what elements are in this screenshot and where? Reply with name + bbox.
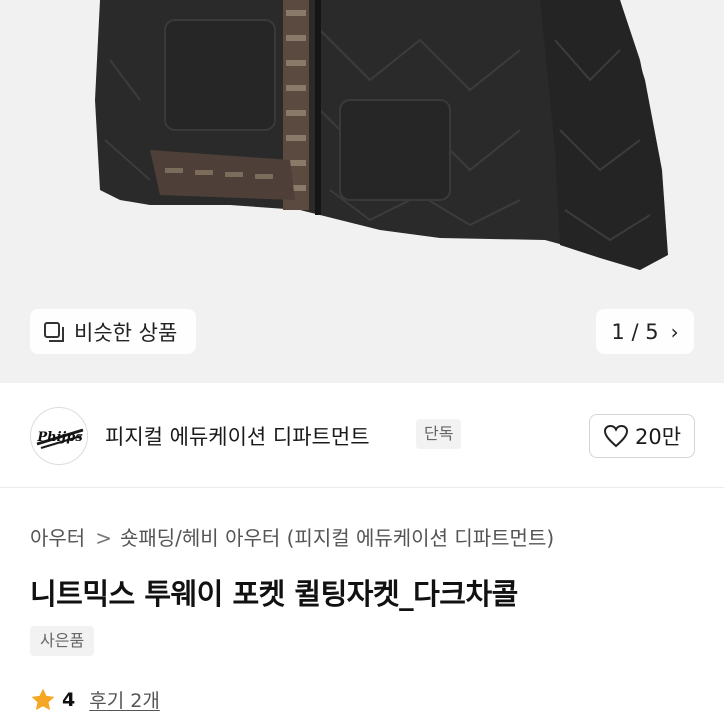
rating-summary: 4 후기 2개	[30, 686, 160, 713]
like-count: 20만	[634, 425, 682, 449]
breadcrumb-separator: >	[95, 526, 112, 550]
similar-items-icon	[44, 321, 64, 342]
product-title: 니트믹스 투웨이 포켓 퀼팅자켓_다크차콜	[30, 577, 518, 611]
rating-score: 4	[62, 688, 76, 711]
breadcrumb: 아우터 > 숏패딩/헤비 아우터 (피지컬 에듀케이션 디파트먼트)	[30, 522, 554, 551]
exclusive-badge: 단독	[416, 419, 462, 449]
gift-badge: 사은품	[30, 626, 95, 656]
similar-items-button[interactable]: 비슷한 상품	[30, 309, 196, 354]
star-icon	[31, 688, 55, 710]
image-counter: 1 / 5	[611, 319, 659, 344]
image-counter-next-button[interactable]: 1 / 5 ›	[596, 309, 694, 354]
like-button[interactable]: 20만	[589, 414, 695, 458]
chevron-right-icon: ›	[670, 319, 679, 344]
reviews-link[interactable]: 후기 2개	[89, 686, 160, 713]
product-image-carousel[interactable]: 비슷한 상품 1 / 5 ›	[0, 0, 724, 383]
similar-items-label: 비슷한 상품	[74, 320, 178, 345]
brand-logo[interactable]: Phijps	[30, 407, 88, 465]
breadcrumb-level-1[interactable]: 아우터	[30, 526, 85, 550]
heart-icon	[603, 424, 628, 448]
brand-name[interactable]: 피지컬 에듀케이션 디파트먼트	[105, 421, 370, 451]
svg-text:Phijps: Phijps	[36, 430, 83, 445]
breadcrumb-level-2[interactable]: 숏패딩/헤비 아우터 (피지컬 에듀케이션 디파트먼트)	[120, 526, 554, 550]
brand-row: Phijps 피지컬 에듀케이션 디파트먼트 단독 20만	[0, 383, 724, 488]
